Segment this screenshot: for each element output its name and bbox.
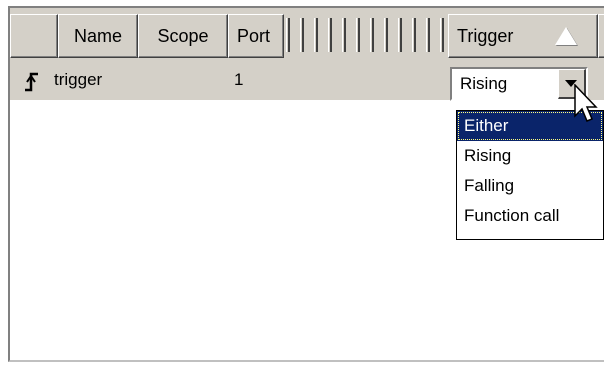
collapsed-column-divider[interactable] [384, 18, 388, 52]
collapsed-column-divider[interactable] [356, 18, 360, 52]
signal-table: Name Scope Port Trigger trigger 1 Rising [8, 6, 604, 362]
collapsed-column-divider[interactable] [412, 18, 416, 52]
trigger-dropdown-list: Either Rising Falling Function call [456, 110, 604, 240]
row-name-cell[interactable]: trigger [54, 70, 102, 90]
collapsed-column-divider[interactable] [440, 18, 444, 52]
row-port-cell[interactable]: 1 [234, 70, 243, 90]
table-header: Name Scope Port Trigger [10, 8, 604, 64]
column-header-trigger[interactable]: Trigger [448, 14, 598, 58]
column-header-port[interactable]: Port [228, 14, 284, 58]
collapsed-column-divider[interactable] [426, 18, 430, 52]
column-header-trigger-label: Trigger [457, 25, 514, 46]
sort-ascending-icon [555, 27, 577, 45]
trigger-combobox-value: Rising [460, 74, 508, 93]
dropdown-option-rising[interactable]: Rising [457, 141, 603, 171]
collapsed-column-divider[interactable] [328, 18, 332, 52]
dropdown-option-falling[interactable]: Falling [457, 171, 603, 201]
collapsed-column-divider[interactable] [398, 18, 402, 52]
column-header-overflow[interactable] [598, 14, 604, 58]
column-header-name[interactable]: Name [58, 14, 138, 58]
collapsed-column-divider[interactable] [342, 18, 346, 52]
collapsed-column-divider[interactable] [314, 18, 318, 52]
table-row[interactable]: trigger 1 Rising [10, 64, 604, 101]
collapsed-column-divider[interactable] [286, 18, 290, 52]
mouse-pointer-icon [574, 84, 598, 122]
dropdown-option-function-call[interactable]: Function call [457, 201, 603, 231]
column-header-scope[interactable]: Scope [138, 14, 228, 58]
trigger-combobox[interactable]: Rising [450, 67, 588, 101]
collapsed-column-divider[interactable] [300, 18, 304, 52]
row-header-corner [10, 14, 58, 58]
collapsed-column-divider[interactable] [370, 18, 374, 52]
trigger-signal-icon [25, 72, 38, 92]
